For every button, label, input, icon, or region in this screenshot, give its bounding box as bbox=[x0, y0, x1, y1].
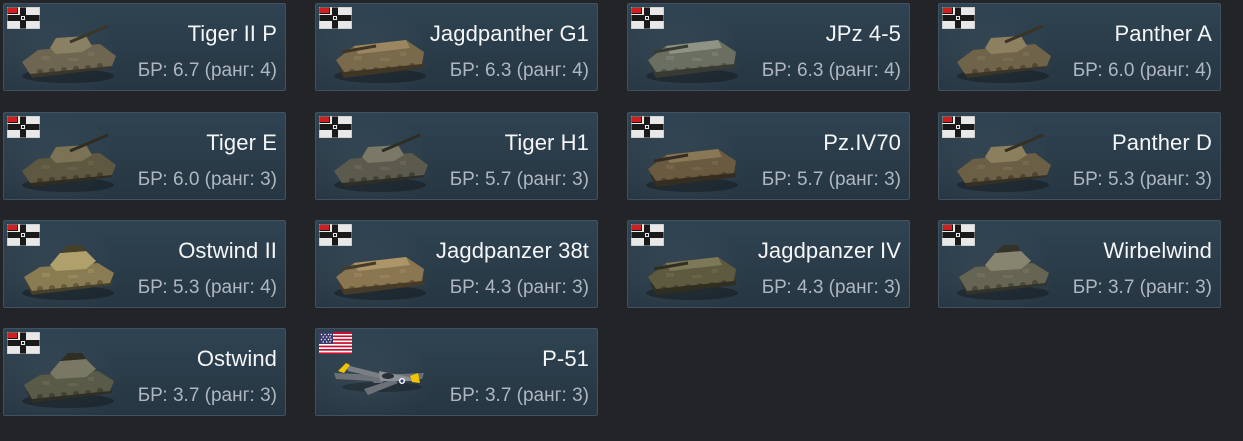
vehicle-card[interactable]: JPz 4-5 БР: 6.3 (ранг: 4) bbox=[627, 3, 910, 91]
vehicle-name: Ostwind II bbox=[178, 238, 277, 263]
germany-flag-icon bbox=[6, 6, 41, 30]
vehicle-card[interactable]: Panther D БР: 5.3 (ранг: 3) bbox=[938, 112, 1221, 200]
germany-flag-icon bbox=[318, 6, 353, 30]
germany-flag-icon bbox=[6, 115, 41, 139]
vehicle-name: Jagdpanther G1 bbox=[429, 21, 589, 46]
vehicle-card[interactable]: Pz.IV70 БР: 5.7 (ранг: 3) bbox=[627, 112, 910, 200]
usa-flag-icon bbox=[319, 332, 352, 354]
battle-rating: БР: 4.3 (ранг: 3) bbox=[449, 277, 589, 298]
vehicle-card[interactable]: Panther A БР: 6.0 (ранг: 4) bbox=[938, 3, 1221, 91]
battle-rating: БР: 5.3 (ранг: 4) bbox=[137, 277, 277, 298]
battle-rating: БР: 5.7 (ранг: 3) bbox=[761, 169, 901, 190]
germany-flag-icon bbox=[630, 223, 665, 247]
germany-flag-icon bbox=[630, 6, 665, 30]
battle-rating: БР: 6.7 (ранг: 4) bbox=[137, 60, 277, 81]
battle-rating: БР: 6.3 (ранг: 4) bbox=[761, 60, 901, 81]
battle-rating: БР: 6.0 (ранг: 4) bbox=[1072, 60, 1212, 81]
vehicle-name: Wirbelwind bbox=[1103, 238, 1212, 263]
vehicle-name: Ostwind bbox=[196, 346, 277, 371]
vehicle-card[interactable]: Jagdpanzer 38t БР: 4.3 (ранг: 3) bbox=[315, 220, 598, 308]
vehicle-card[interactable]: Wirbelwind БР: 3.7 (ранг: 3) bbox=[938, 220, 1221, 308]
vehicle-card[interactable]: Ostwind II БР: 5.3 (ранг: 4) bbox=[3, 220, 286, 308]
vehicle-name: P-51 bbox=[542, 346, 589, 371]
battle-rating: БР: 3.7 (ранг: 3) bbox=[449, 385, 589, 406]
vehicle-card[interactable]: P-51 БР: 3.7 (ранг: 3) bbox=[315, 328, 598, 416]
vehicle-name: Tiger E bbox=[206, 130, 277, 155]
vehicle-name: JPz 4-5 bbox=[825, 21, 901, 46]
germany-flag-icon bbox=[318, 115, 353, 139]
vehicle-name: Jagdpanzer 38t bbox=[435, 238, 589, 263]
vehicle-name: Pz.IV70 bbox=[823, 130, 901, 155]
vehicle-card[interactable]: Tiger E БР: 6.0 (ранг: 3) bbox=[3, 112, 286, 200]
vehicle-name: Panther D bbox=[1112, 130, 1212, 155]
battle-rating: БР: 6.3 (ранг: 4) bbox=[449, 60, 589, 81]
battle-rating: БР: 6.0 (ранг: 3) bbox=[137, 169, 277, 190]
battle-rating: БР: 5.3 (ранг: 3) bbox=[1072, 169, 1212, 190]
germany-flag-icon bbox=[318, 223, 353, 247]
battle-rating: БР: 3.7 (ранг: 3) bbox=[137, 385, 277, 406]
germany-flag-icon bbox=[6, 331, 41, 355]
germany-flag-icon bbox=[941, 223, 976, 247]
battle-rating: БР: 5.7 (ранг: 3) bbox=[449, 169, 589, 190]
vehicle-name: Tiger II P bbox=[187, 21, 277, 46]
germany-flag-icon bbox=[6, 223, 41, 247]
battle-rating: БР: 3.7 (ранг: 3) bbox=[1072, 277, 1212, 298]
vehicle-name: Tiger H1 bbox=[504, 130, 589, 155]
vehicle-card[interactable]: Jagdpanzer IV БР: 4.3 (ранг: 3) bbox=[627, 220, 910, 308]
vehicle-name: Jagdpanzer IV bbox=[757, 238, 901, 263]
vehicle-card[interactable]: Tiger H1 БР: 5.7 (ранг: 3) bbox=[315, 112, 598, 200]
vehicle-card[interactable]: Ostwind БР: 3.7 (ранг: 3) bbox=[3, 328, 286, 416]
germany-flag-icon bbox=[941, 115, 976, 139]
battle-rating: БР: 4.3 (ранг: 3) bbox=[761, 277, 901, 298]
vehicle-name: Panther A bbox=[1114, 21, 1212, 46]
vehicle-card[interactable]: Jagdpanther G1 БР: 6.3 (ранг: 4) bbox=[315, 3, 598, 91]
germany-flag-icon bbox=[941, 6, 976, 30]
vehicle-card[interactable]: Tiger II P БР: 6.7 (ранг: 4) bbox=[3, 3, 286, 91]
germany-flag-icon bbox=[630, 115, 665, 139]
